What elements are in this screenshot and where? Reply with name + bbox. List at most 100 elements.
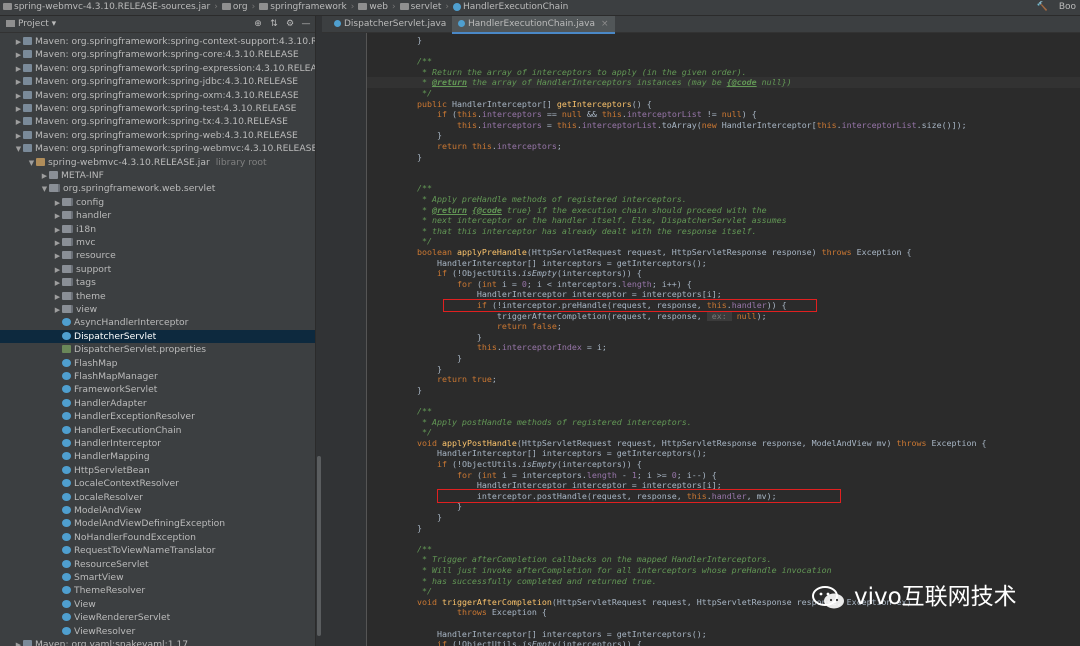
tree-item[interactable]: HandlerInterceptor [0,437,315,450]
code-line[interactable]: 143 [367,395,1080,406]
toolbar-right-label[interactable]: Boo [1055,0,1080,15]
code-line[interactable]: 158 * Trigger afterCompletion callbacks … [367,554,1080,565]
code-line[interactable]: 121 [367,162,1080,173]
code-line[interactable]: 118 } [367,130,1080,141]
tree-item[interactable]: ▶ Maven: org.springframework:spring-tx:4.… [0,115,315,128]
tree-item[interactable]: ModelAndView [0,504,315,517]
tree-item[interactable]: ViewRendererServlet [0,611,315,624]
code-line[interactable]: 124 * Apply preHandle methods of registe… [367,194,1080,205]
hide-icon[interactable]: — [298,16,314,32]
tree-item[interactable]: ▶ i18n [0,223,315,236]
code-line[interactable]: 116 if (this.interceptors == null && thi… [367,109,1080,120]
code-line[interactable]: 114 */ [367,88,1080,99]
tree-item[interactable]: ▶ Maven: org.springframework:spring-web:4… [0,129,315,142]
code-line[interactable]: 110 [367,46,1080,57]
code-line[interactable]: 123 /** [367,183,1080,194]
collapse-arrow-icon[interactable]: ▼ [14,143,23,156]
code-line[interactable]: 148 HandlerInterceptor[] interceptors = … [367,448,1080,459]
code-line[interactable]: 142 } [367,385,1080,396]
tree-item[interactable]: HttpServletBean [0,464,315,477]
gear-icon[interactable]: ⚙ [282,16,298,32]
tree-item[interactable]: ▶ Maven: org.springframework:spring-core:… [0,48,315,61]
expand-arrow-icon[interactable]: ▶ [53,210,62,223]
tree-item[interactable]: AsyncHandlerInterceptor [0,316,315,329]
code-line[interactable]: 113 * @return the array of HandlerInterc… [367,77,1080,88]
tree-item[interactable]: LocaleResolver [0,491,315,504]
code-line[interactable]: 147 void applyPostHandle(HttpServletRequ… [367,438,1080,449]
tree-item[interactable]: ▼ org.springframework.web.servlet [0,182,315,195]
tree-item[interactable]: DispatcherServlet.properties [0,343,315,356]
tree-item[interactable]: ▶ Maven: org.springframework:spring-conte… [0,35,315,48]
expand-arrow-icon[interactable]: ▶ [14,639,23,646]
code-line[interactable]: 125 * @return {@code true} if the execut… [367,205,1080,216]
tree-item[interactable]: FrameworkServlet [0,383,315,396]
tree-item[interactable]: ThemeResolver [0,584,315,597]
tree-item[interactable]: ▼ spring-webmvc-4.3.10.RELEASE.jar library… [0,156,315,169]
tree-item[interactable]: HandlerExecutionChain [0,424,315,437]
code-line[interactable]: 122 [367,173,1080,184]
expand-arrow-icon[interactable]: ▶ [14,63,23,76]
locate-icon[interactable]: ⊕ [250,16,266,32]
tree-item[interactable]: ▶ Maven: org.springframework:spring-test:… [0,102,315,115]
breadcrumb-item[interactable]: web [355,0,391,15]
tree-item[interactable]: ▶ Maven: org.springframework:spring-jdbc:… [0,75,315,88]
collapse-arrow-icon[interactable]: ▼ [40,183,49,196]
code-line[interactable]: 115 public HandlerInterceptor[] getInter… [367,99,1080,110]
tree-item[interactable]: FlashMap [0,357,315,370]
code-line[interactable]: 153 } [367,501,1080,512]
code-line[interactable]: 139 } [367,353,1080,364]
code-line[interactable]: 140 } [367,364,1080,375]
code-line[interactable]: 150 for (int i = interceptors.length - 1… [367,470,1080,481]
breadcrumb-item[interactable]: org [219,0,251,15]
expand-arrow-icon[interactable]: ▶ [40,170,49,183]
tree-item[interactable]: ▶ theme [0,290,315,303]
code-line[interactable]: 120 } [367,152,1080,163]
code-line[interactable]: 119 return this.interceptors; [367,141,1080,152]
tree-item[interactable]: ▶ mvc [0,236,315,249]
expand-arrow-icon[interactable]: ▶ [53,250,62,263]
collapse-arrow-icon[interactable]: ▼ [27,157,36,170]
collapse-icon[interactable]: ⇅ [266,16,282,32]
build-icon[interactable]: 🔨 [1033,0,1052,15]
tree-item[interactable]: ▶ tags [0,276,315,289]
code-line[interactable]: 111 /** [367,56,1080,67]
expand-arrow-icon[interactable]: ▶ [14,130,23,143]
tree-item[interactable]: RequestToViewNameTranslator [0,544,315,557]
expand-arrow-icon[interactable]: ▶ [53,224,62,237]
code-line[interactable]: 131 if (!ObjectUtils.isEmpty(interceptor… [367,268,1080,279]
tree-item[interactable]: FlashMapManager [0,370,315,383]
code-line[interactable]: 109 } [367,35,1080,46]
expand-arrow-icon[interactable]: ▶ [53,237,62,250]
expand-arrow-icon[interactable]: ▶ [53,264,62,277]
code-editor[interactable]: 109 }110111 /**112 * Return the array of… [367,33,1080,646]
code-line[interactable]: 159 * Will just invoke afterCompletion f… [367,565,1080,576]
code-line[interactable]: 135 triggerAfterCompletion(request, resp… [367,310,1080,322]
tree-item[interactable]: HandlerAdapter [0,397,315,410]
tree-item[interactable]: HandlerExceptionResolver [0,410,315,423]
code-line[interactable]: 156 [367,533,1080,544]
code-line[interactable]: 138 this.interceptorIndex = i; [367,342,1080,353]
code-line[interactable]: 136 return false; [367,321,1080,332]
expand-arrow-icon[interactable]: ▶ [14,116,23,129]
tree-item[interactable]: DispatcherServlet [0,329,315,344]
tree-item[interactable]: ResourceServlet [0,558,315,571]
code-line[interactable]: 154 } [367,512,1080,523]
project-view-selector[interactable]: Project ▾ [6,16,56,32]
expand-arrow-icon[interactable]: ▶ [14,36,23,49]
code-line[interactable]: 129 boolean applyPreHandle(HttpServletRe… [367,247,1080,258]
tree-item[interactable]: ▶ resource [0,249,315,262]
tree-item[interactable]: ▶ Maven: org.yaml:snakeyaml:1.17 [0,638,315,646]
expand-arrow-icon[interactable]: ▶ [14,49,23,62]
code-line[interactable]: 132 for (int i = 0; i < interceptors.len… [367,279,1080,290]
tree-item[interactable]: ViewResolver [0,625,315,638]
code-line[interactable]: 145 * Apply postHandle methods of regist… [367,417,1080,428]
close-tab-icon[interactable]: × [601,19,609,29]
code-line[interactable]: 130 HandlerInterceptor[] interceptors = … [367,258,1080,269]
tree-item[interactable]: NoHandlerFoundException [0,531,315,544]
breadcrumb-item[interactable]: HandlerExecutionChain [450,0,571,15]
tree-item[interactable]: LocaleContextResolver [0,477,315,490]
code-line[interactable]: 128 */ [367,236,1080,247]
expand-arrow-icon[interactable]: ▶ [14,90,23,103]
expand-arrow-icon[interactable]: ▶ [53,304,62,317]
scrollbar-thumb[interactable] [317,456,321,636]
